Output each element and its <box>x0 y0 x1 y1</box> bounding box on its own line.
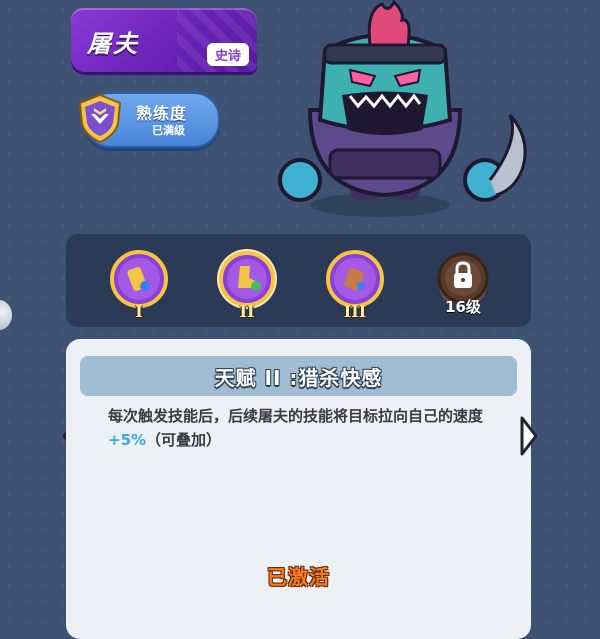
talent-2-numeral: II <box>239 302 255 321</box>
talent-slot-4-locked[interactable]: 16级 <box>432 248 494 316</box>
talent-3-numeral: III <box>343 302 367 321</box>
proficiency-button[interactable]: 熟练度 已满级 <box>78 92 220 148</box>
talent-description: 每次触发技能后，后续屠夫的技能将目标拉向自己的速度 +5%（可叠加） <box>108 404 508 452</box>
talent-slot-1[interactable]: I <box>108 248 170 321</box>
talent-1-numeral: I <box>135 302 143 321</box>
talent-title-header: 天赋 II :猎杀快感 <box>80 356 517 396</box>
proficiency-status: 已满级 <box>152 124 185 137</box>
talent-bar: I II III 16级 <box>66 234 531 327</box>
talent-detail-panel: 天赋 II :猎杀快感 每次触发技能后，后续屠夫的技能将目标拉向自己的速度 +5%… <box>66 339 531 639</box>
hero-name: 屠夫 <box>87 30 139 58</box>
proficiency-badge-icon <box>78 93 122 144</box>
butcher-character-illustration <box>278 0 527 217</box>
talent-description-text: 每次触发技能后，后续屠夫的技能将目标拉向自己的速度 <box>108 407 484 425</box>
proficiency-label: 熟练度 <box>136 104 188 123</box>
talent-slot-2-selected[interactable]: II <box>216 248 278 321</box>
activation-status: 已激活 <box>267 565 330 589</box>
talent-title: 天赋 II :猎杀快感 <box>214 365 383 390</box>
talent-description-note: （可叠加） <box>146 431 222 449</box>
talent-slot-3[interactable]: III <box>324 248 386 321</box>
talent-3-icon <box>326 250 384 308</box>
talent-2-icon <box>217 249 277 309</box>
next-arrow-icon[interactable] <box>516 414 540 458</box>
hero-name-banner: 屠夫 史诗 <box>71 8 257 72</box>
talent-4-level-requirement: 16级 <box>445 298 481 316</box>
rarity-tag: 史诗 <box>206 43 249 66</box>
talent-bonus-value: +5% <box>108 431 147 449</box>
talent-1-icon <box>110 250 168 308</box>
